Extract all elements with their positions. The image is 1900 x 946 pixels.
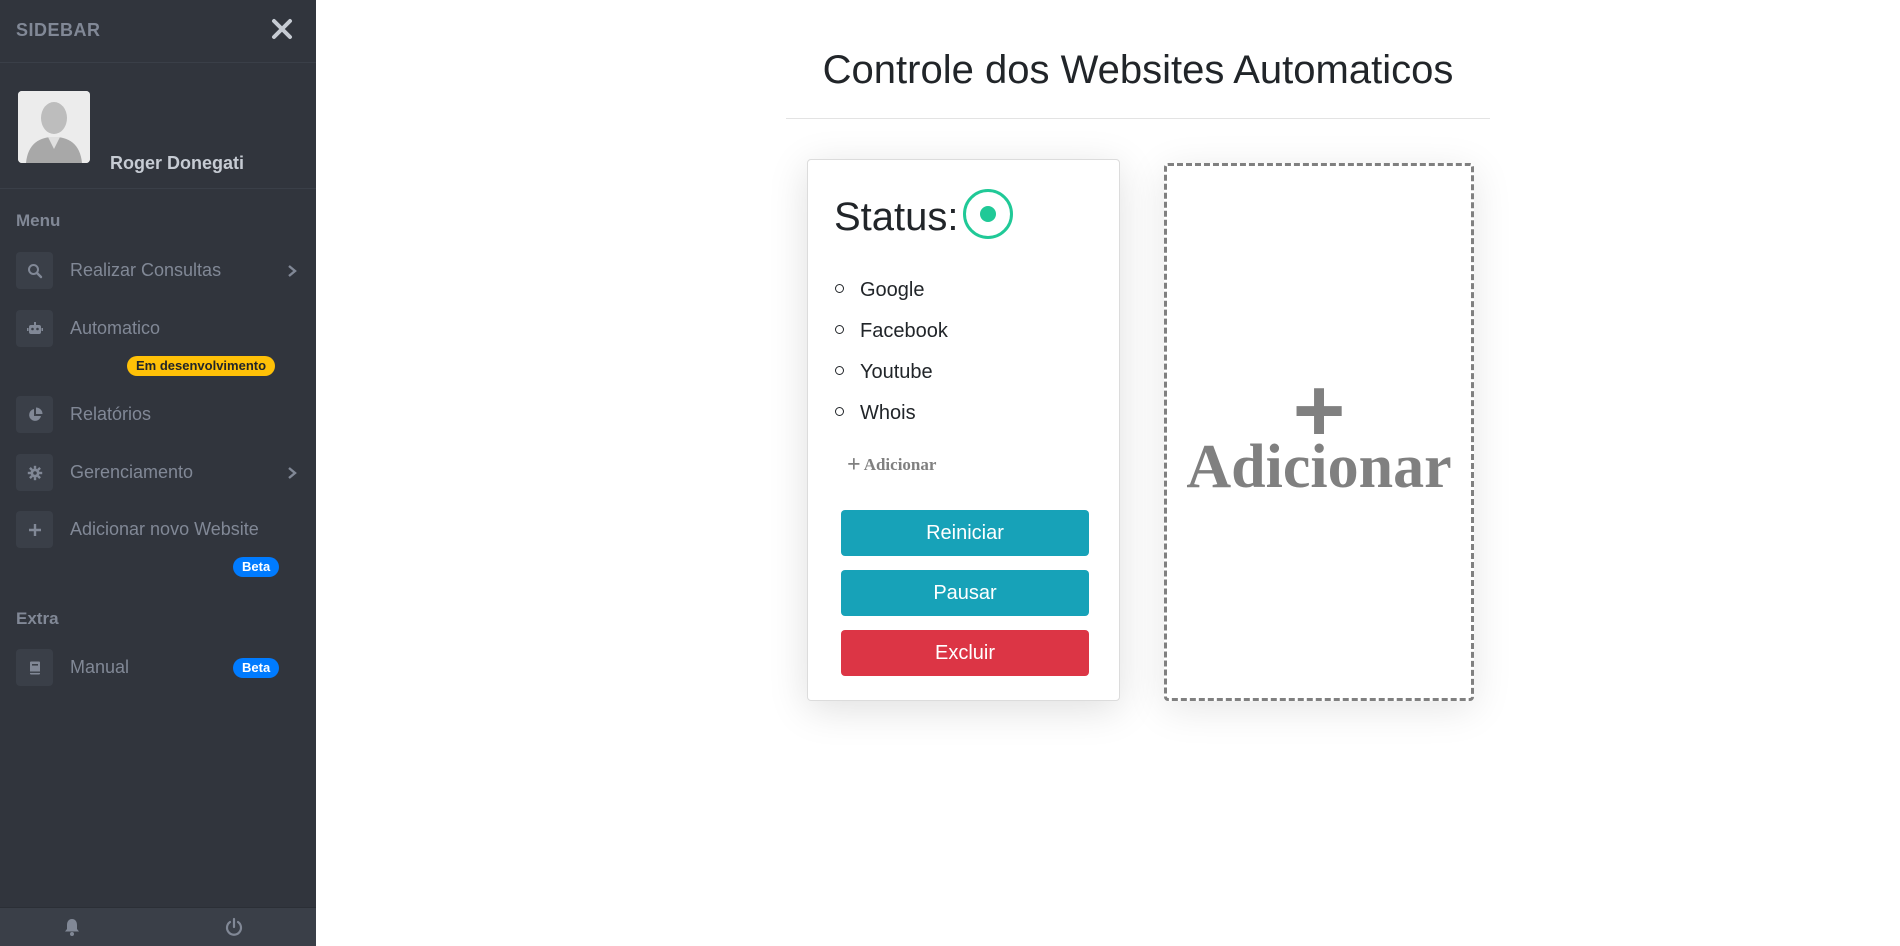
chevron-right-icon [288,467,297,479]
sidebar-item-automatico[interactable]: Automatico [16,308,298,348]
sidebar-item-adicionar-website[interactable]: Adicionar novo Website [16,509,298,549]
add-website-label: Adicionar [1186,433,1452,501]
sidebar: SIDEBAR Roger Donegati Menu Realizar Con… [0,0,316,946]
sidebar-item-label: Realizar Consultas [70,260,222,280]
book-icon [16,649,53,686]
plus-icon [16,511,53,548]
status-label: Status: [834,195,959,239]
website-card: Status: Google Facebook Youtube Whois + … [807,159,1120,701]
circle-bullet-icon [835,325,844,334]
sidebar-header: SIDEBAR [0,0,316,63]
plus-icon: + [847,452,861,478]
close-icon[interactable] [269,16,295,42]
circle-bullet-icon [835,284,844,293]
sidebar-item-label: Relatórios [70,404,152,424]
section-extra: Extra [16,609,59,628]
page-title: Controle dos Websites Automaticos [822,48,1454,92]
status-badge: Em desenvolvimento [127,356,276,376]
power-icon[interactable] [224,917,244,937]
restart-button[interactable]: Reiniciar [841,510,1089,556]
sidebar-item-label: Adicionar novo Website [70,519,259,539]
sidebar-item-gerenciamento[interactable]: Gerenciamento [16,452,298,492]
circle-bullet-icon [835,366,844,375]
circle-bullet-icon [835,407,844,416]
user-name: Roger Donegati [110,153,245,173]
site-name: Google [860,279,925,301]
site-name: Whois [860,402,916,424]
robot-icon [16,310,53,347]
sidebar-item-relatorios[interactable]: Relatórios [16,394,298,434]
beta-badge: Beta [233,557,280,577]
user-info: Roger Donegati [0,63,316,189]
add-website-card[interactable]: + Adicionar [1164,163,1474,701]
sidebar-item-label: Automatico [70,318,161,338]
bell-icon[interactable] [62,917,82,937]
sidebar-footer [0,907,316,946]
site-name: Facebook [860,320,948,342]
title-divider [786,118,1490,119]
search-icon [16,252,53,289]
site-name: Youtube [860,361,933,383]
sidebar-item-label: Gerenciamento [70,462,194,482]
status-indicator-icon [963,189,1013,239]
sidebar-brand: SIDEBAR [16,20,101,40]
avatar [18,91,90,163]
sidebar-item-label: Manual [70,657,130,677]
section-menu: Menu [16,211,61,230]
gear-icon [16,454,53,491]
delete-button[interactable]: Excluir [841,630,1089,676]
sidebar-item-realizar-consultas[interactable]: Realizar Consultas [16,250,298,290]
chevron-right-icon [288,265,297,277]
add-site-link[interactable]: + Adicionar [847,450,937,478]
pause-button[interactable]: Pausar [841,570,1089,616]
pie-chart-icon [16,396,53,433]
add-site-label: Adicionar [863,455,937,474]
beta-badge: Beta [233,658,280,678]
